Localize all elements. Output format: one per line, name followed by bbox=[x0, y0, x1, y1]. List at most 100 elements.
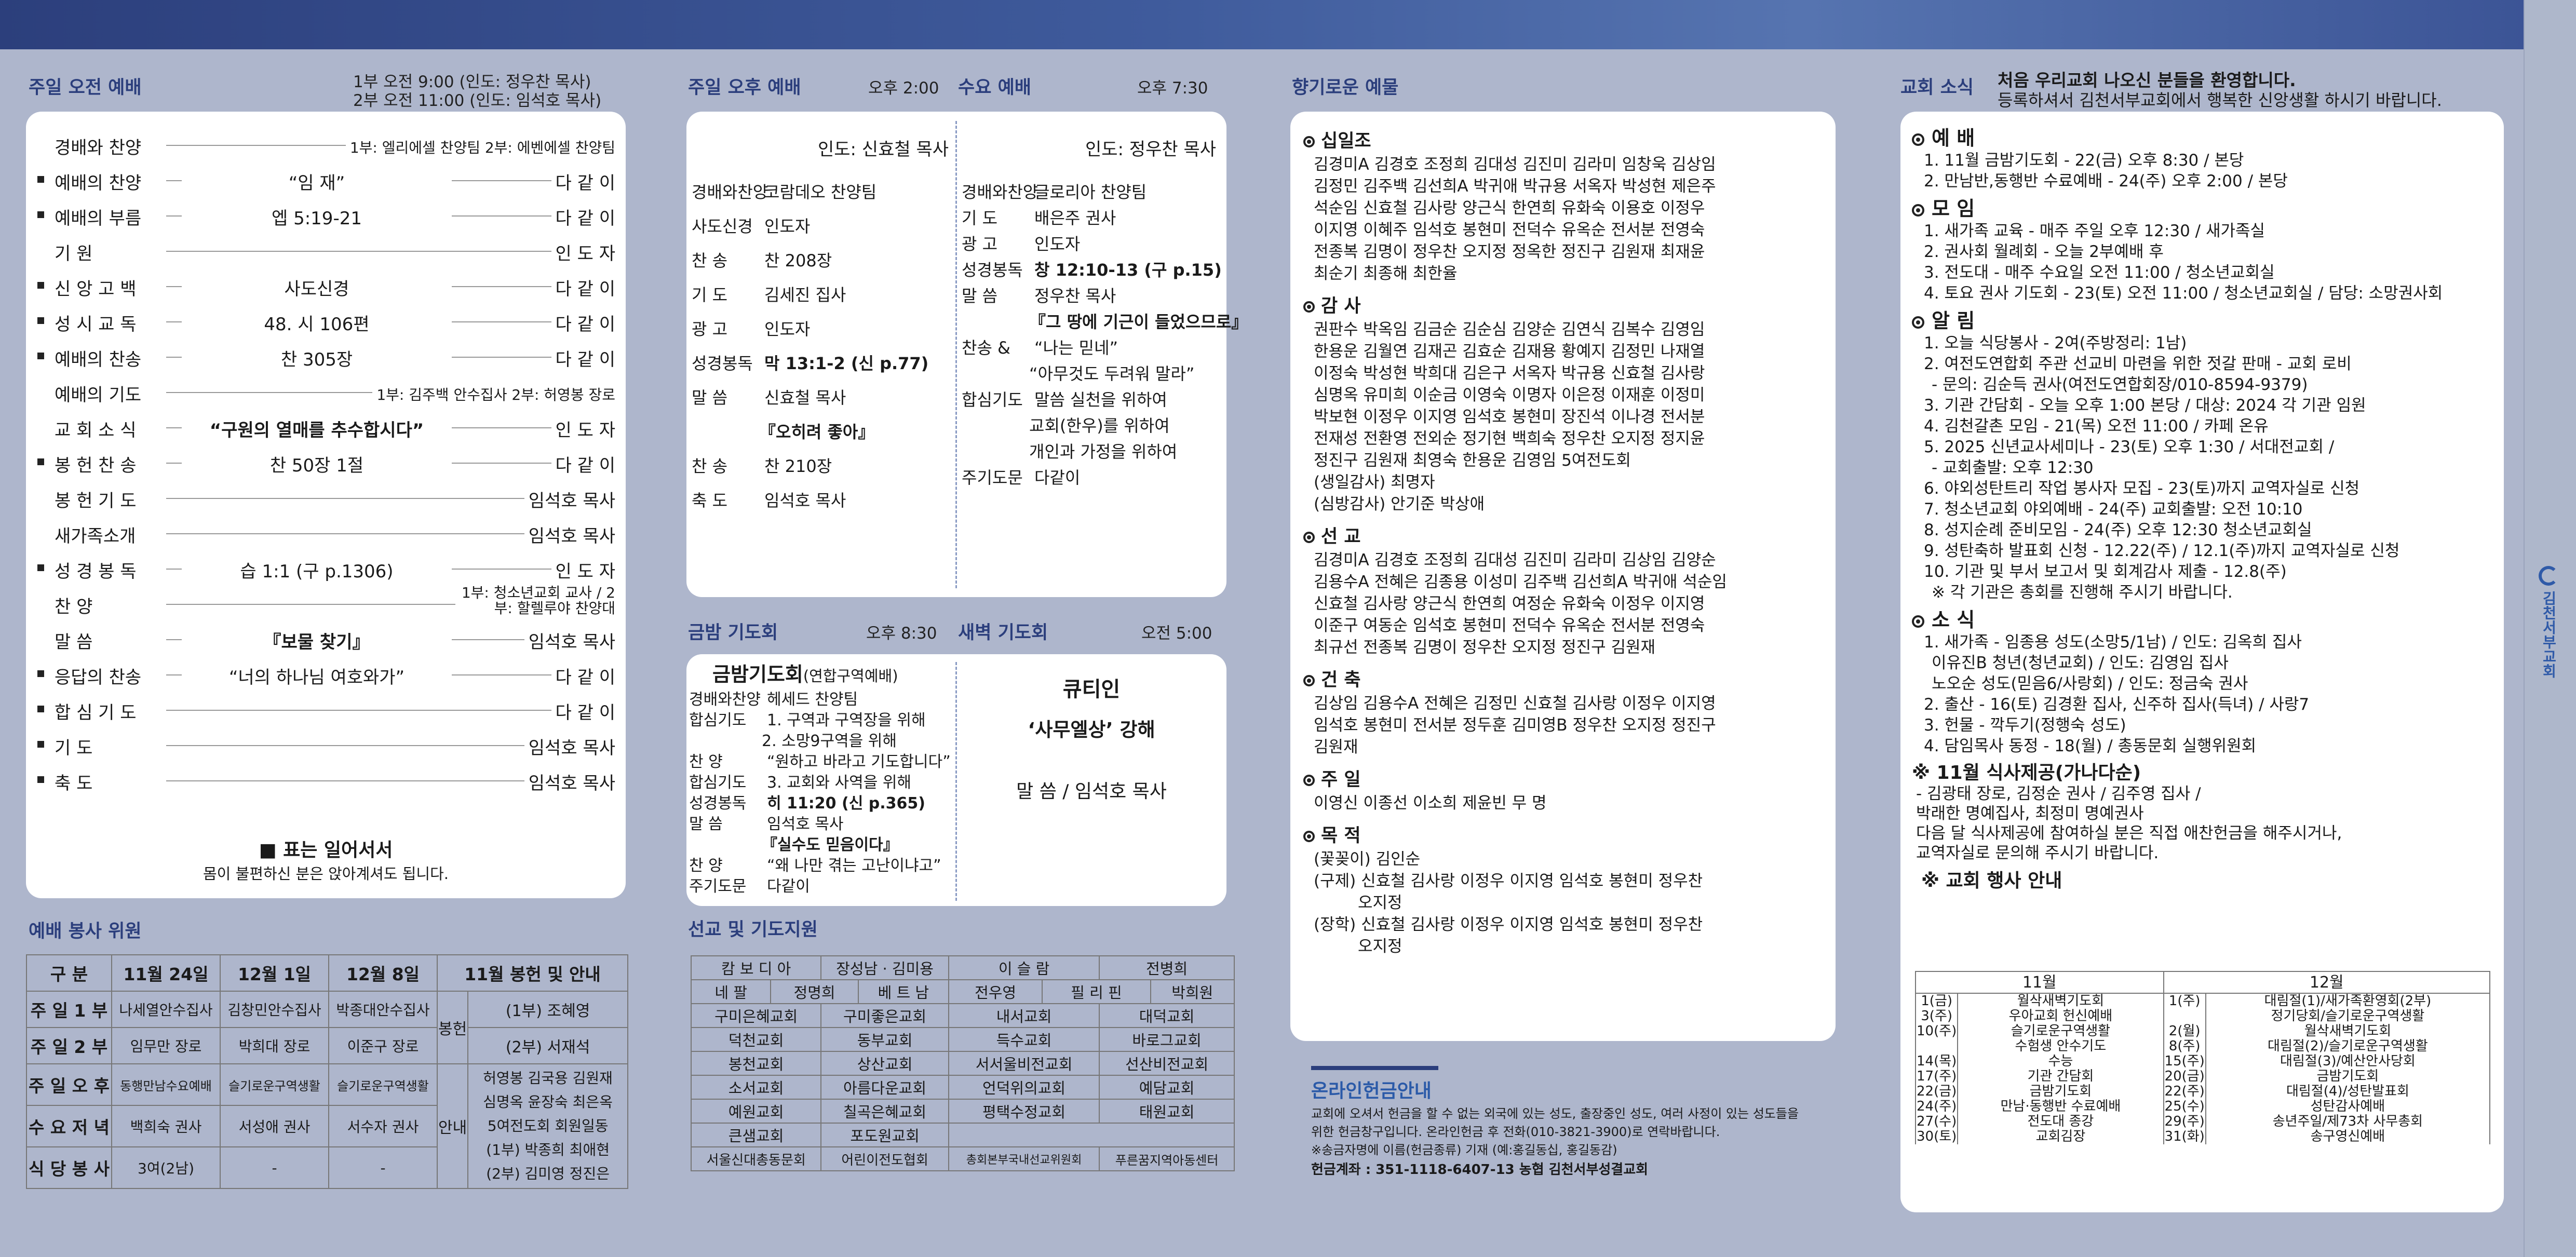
offering-name-line: 김원재 bbox=[1314, 738, 1358, 756]
friday-value: 『실수도 믿음이다』 bbox=[762, 836, 899, 854]
mission-church: 언덕위의교회 bbox=[948, 1075, 1100, 1100]
meal-line: 교역자실로 문의해 주시기 바랍니다. bbox=[1916, 844, 2159, 862]
event-cell: 1(금) bbox=[1914, 993, 1959, 1009]
church-logo: 김천서부교회 bbox=[2537, 566, 2560, 701]
friday-value: 1. 구역과 구역장을 위해 bbox=[767, 711, 926, 729]
friday-label: 합심기도 bbox=[689, 711, 747, 729]
guide-list: 허영봉 김국용 김원재 심명옥 윤장숙 최은옥 5여전도회 회원일동 (1부) … bbox=[467, 1063, 628, 1189]
service-cell: 3여(2남) bbox=[111, 1146, 221, 1189]
offering-name-line: 이준구 여동순 임석호 봉현미 전덕수 유옥순 전서분 전영숙 bbox=[1314, 616, 1705, 635]
morning-row-person: 다 같 이 bbox=[551, 204, 615, 229]
event-cell: 1(주) bbox=[2163, 993, 2206, 1009]
offering-name-line: 전재성 전환영 전외순 정기현 백희숙 정우찬 오지정 정지윤 bbox=[1314, 429, 1705, 448]
dawn-sub: ‘사무엘상’ 강해 bbox=[1028, 719, 1155, 741]
service-header: 11월 24일 bbox=[111, 954, 221, 992]
event-cell: 월삭새벽기도회 bbox=[2205, 1024, 2491, 1039]
event-cell: 17(주) bbox=[1914, 1069, 1959, 1084]
offering-panel: 십일조 김경미A 김경호 조정희 김대성 김진미 김라미 임창욱 김상임 김정민 김… bbox=[1290, 112, 1836, 1041]
event-cell: 31(화) bbox=[2163, 1129, 2206, 1144]
offering-section-head: 건 축 bbox=[1303, 665, 1361, 692]
event-cell: 성탄감사예배 bbox=[2205, 1099, 2491, 1114]
event-cell: 대림절(3)/예산안사당회 bbox=[2205, 1054, 2491, 1069]
bullet-dot-icon bbox=[1307, 140, 1311, 144]
news-item: 2. 권사회 월례회 - 오늘 2부예배 후 bbox=[1924, 242, 2164, 261]
offer-2: (2부) 서재석 bbox=[467, 1027, 628, 1064]
news-section-title: 모 임 bbox=[1932, 197, 1975, 220]
event-row: 1(금) 월삭새벽기도회 1(주) 대림절(1)/새가족환영회(2부) bbox=[1914, 993, 2491, 1009]
service-row-label: 수 요 저 녁 bbox=[26, 1105, 112, 1147]
morning-row-content: 사도신경 bbox=[182, 275, 452, 300]
friday-label: 찬 양 bbox=[689, 753, 723, 771]
event-cell: 전도대 종강 bbox=[1957, 1114, 2164, 1129]
morning-title: 주일 오전 예배 bbox=[29, 77, 142, 98]
friday-value: 다같이 bbox=[767, 877, 810, 896]
offering-name-line: 오지정 bbox=[1358, 894, 1402, 912]
news-item: 1. 오늘 식당봉사 - 2여(주방정리: 1남) bbox=[1924, 334, 2187, 353]
wednesday-value: “아무것도 두려워 말라” bbox=[1029, 364, 1195, 384]
offering-section-head: 선 교 bbox=[1303, 522, 1361, 548]
wednesday-label: 주기도문 bbox=[962, 468, 1023, 488]
morning-row-content: 48. 시 106편 bbox=[182, 310, 452, 335]
events-title: ※ 교회 행사 안내 bbox=[1921, 870, 2062, 891]
offering-section-title: 선 교 bbox=[1321, 526, 1361, 547]
offering-name-line: 김용수A 전혜은 김종용 이성미 김주백 김선희A 박귀애 석순임 bbox=[1314, 573, 1727, 591]
bullet-square-icon bbox=[37, 211, 44, 218]
bullet-circle-icon bbox=[1912, 133, 1924, 146]
online-text-1: 교회에 오셔서 헌금을 할 수 없는 외국에 있는 성도, 출장중인 성도, 여… bbox=[1311, 1106, 1799, 1121]
friday-label: 말 씀 bbox=[689, 815, 723, 833]
morning-row-label: 예배의 찬송 bbox=[55, 349, 142, 370]
morning-row-label: 기 도 bbox=[55, 738, 93, 759]
morning-row-label: 예배의 부름 bbox=[55, 208, 142, 229]
event-cell: 교회김장 bbox=[1957, 1129, 2164, 1144]
event-row: 10(주) 슬기로운구역생활 2(월) 월삭새벽기도회 bbox=[1914, 1024, 2491, 1039]
news-item: 이유진B 청년(청년교회) / 인도: 김영임 집사 bbox=[1932, 654, 2229, 672]
friday-head-sub: (연합구역예배) bbox=[803, 667, 898, 685]
event-cell: 송구영신예배 bbox=[2205, 1129, 2491, 1144]
news-item: 4. 담임목사 동정 - 18(월) / 총동문회 실행위원회 bbox=[1924, 737, 2257, 755]
news-section-title: 소 식 bbox=[1932, 609, 1975, 631]
bullet-square-icon bbox=[37, 317, 44, 324]
morning-row-person: 다 같 이 bbox=[551, 169, 615, 194]
morning-row-person: 다 같 이 bbox=[551, 275, 615, 300]
service-cell: 박종대안수집사 bbox=[328, 991, 438, 1028]
offering-name-line: 임석호 봉현미 전서분 정두훈 김미영B 정우찬 오지정 정진구 bbox=[1314, 716, 1716, 735]
offering-name-line: 최순기 최종해 최한율 bbox=[1314, 264, 1458, 283]
events-table: 11월 12월 1(금) 월삭새벽기도회 1(주) 대림절(1)/새가족환영회(2부)… bbox=[1914, 971, 2491, 1144]
wednesday-leader: 인도: 정우찬 목사 bbox=[1085, 139, 1216, 160]
mission-church: 서서울비전교회 bbox=[948, 1051, 1100, 1076]
wednesday-value: 글로리아 찬양팀 bbox=[1034, 182, 1147, 202]
afternoon-time: 오후 2:00 bbox=[868, 79, 939, 98]
wednesday-label: 광 고 bbox=[962, 234, 998, 254]
bullet-square-icon bbox=[37, 670, 44, 677]
news-item: 3. 헌물 - 깍두기(정행숙 성도) bbox=[1924, 716, 2126, 735]
guide-line: 허영봉 김국용 김원재 bbox=[483, 1070, 613, 1087]
wednesday-label: 기 도 bbox=[962, 208, 998, 228]
wednesday-label: 경배와찬양 bbox=[962, 182, 1039, 202]
top-banner bbox=[0, 0, 2576, 49]
friday-label: 성경봉독 bbox=[689, 794, 747, 813]
offering-section-head: 십일조 bbox=[1303, 126, 1371, 153]
dawn-head: 큐티인 bbox=[1062, 678, 1121, 701]
bullet-circle-icon bbox=[1303, 301, 1315, 313]
bullet-square-icon bbox=[37, 564, 44, 571]
news-item: - 교회출발: 오후 12:30 bbox=[1932, 458, 2094, 477]
afternoon-label: 찬 송 bbox=[692, 251, 728, 271]
welcome-line-2: 등록하셔서 김천서부교회에서 행복한 신앙생활 하시기 바랍니다. bbox=[1998, 90, 2442, 110]
news-item: 8. 성지순례 준비모임 - 24(주) 오후 12:30 청소년교회실 bbox=[1924, 521, 2312, 539]
service-cell: - bbox=[328, 1146, 438, 1189]
mission-church: 예원교회 bbox=[690, 1099, 822, 1124]
morning-row-content: “너의 하나님 여호와가” bbox=[182, 663, 452, 688]
offering-name-line: 신효철 김사랑 양근식 한연희 여정순 유화숙 이정우 이지영 bbox=[1314, 594, 1705, 613]
service-row-label: 주 일 2 부 bbox=[26, 1027, 112, 1064]
news-item: 3. 전도대 - 매주 수요일 오전 11:00 / 청소년교회실 bbox=[1924, 263, 2275, 282]
bullet-dot-icon bbox=[1307, 778, 1311, 782]
morning-row-label: 봉 헌 기 도 bbox=[55, 491, 137, 511]
bullet-dot-icon bbox=[1916, 208, 1920, 212]
offering-section-title: 십일조 bbox=[1321, 131, 1371, 152]
service-table: 구 분 11월 24일 12월 1일 12월 8일 11월 봉헌 및 안내 주 … bbox=[26, 954, 628, 1189]
event-cell: 대림절(4)/성탄발표회 bbox=[2205, 1084, 2491, 1099]
afternoon-label: 기 도 bbox=[692, 285, 728, 305]
online-rule bbox=[1311, 1066, 1438, 1070]
mission-church: 평택수정교회 bbox=[948, 1099, 1100, 1124]
afternoon-value: 인도자 bbox=[764, 217, 811, 236]
